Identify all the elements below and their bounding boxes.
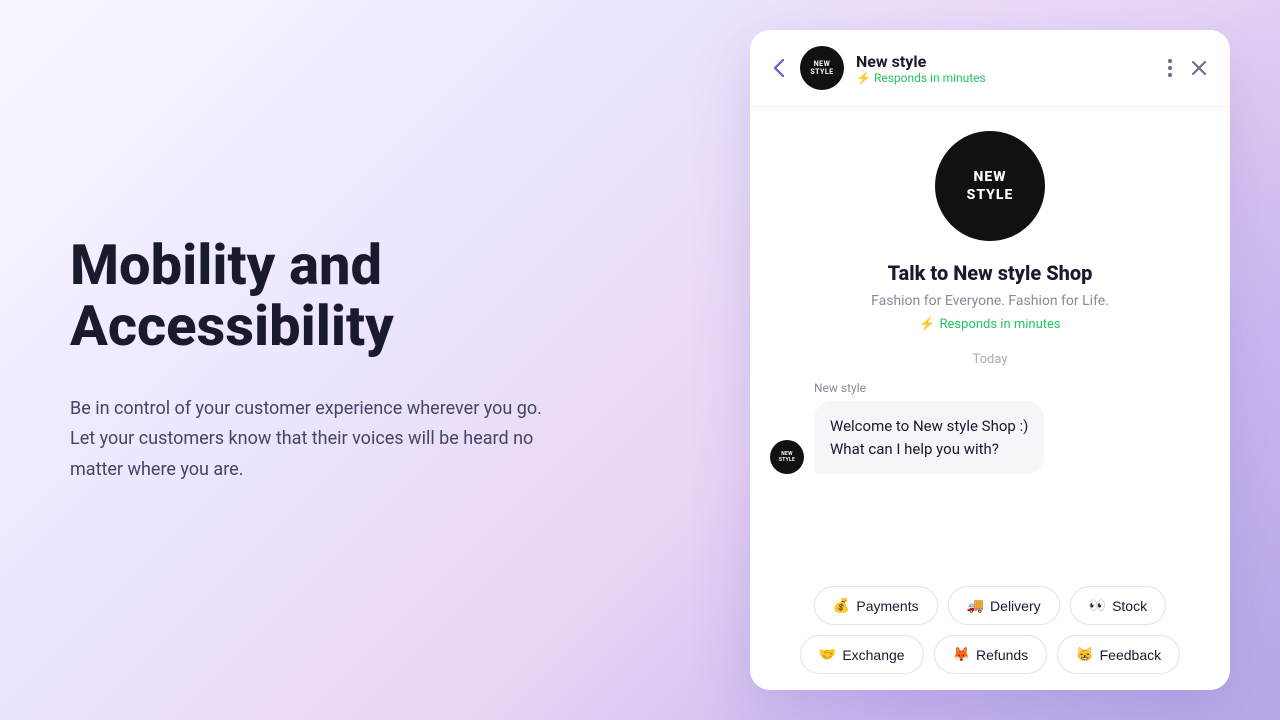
payments-label: Payments: [856, 598, 918, 614]
chat-body: NEWSTYLE Talk to New style Shop Fashion …: [750, 107, 1230, 574]
feedback-label: Feedback: [1100, 647, 1161, 663]
feedback-icon: 😸: [1076, 646, 1093, 663]
back-button[interactable]: [770, 55, 788, 81]
chat-header: NEWSTYLE New style ⚡ Responds in minutes: [750, 30, 1230, 107]
responds-label: ⚡ Responds in minutes: [919, 317, 1060, 332]
stock-icon: 👀: [1089, 597, 1106, 614]
shop-tagline: Fashion for Everyone. Fashion for Life.: [871, 293, 1109, 309]
message-row: NEWSTYLE Welcome to New style Shop :)Wha…: [770, 401, 1210, 474]
main-heading: Mobility and Accessibility: [70, 235, 630, 358]
refunds-button[interactable]: 🦊 Refunds: [934, 635, 1048, 674]
today-divider: Today: [972, 352, 1007, 367]
chat-window: NEWSTYLE New style ⚡ Responds in minutes: [750, 30, 1230, 690]
stock-label: Stock: [1112, 598, 1147, 614]
exchange-icon: 🤝: [819, 646, 836, 663]
left-panel: Mobility and Accessibility Be in control…: [0, 0, 700, 720]
header-avatar: NEWSTYLE: [800, 46, 844, 90]
shop-name: New style: [856, 52, 1152, 71]
feedback-button[interactable]: 😸 Feedback: [1057, 635, 1180, 674]
message-section: New style NEWSTYLE Welcome to New style …: [770, 381, 1210, 474]
quick-replies: 💰 Payments 🚚 Delivery 👀 Stock 🤝 Exchange: [750, 574, 1230, 690]
exchange-label: Exchange: [842, 647, 904, 663]
message-sender: New style: [770, 381, 1210, 395]
header-status: ⚡ Responds in minutes: [856, 71, 1152, 85]
shop-logo: NEWSTYLE: [935, 131, 1045, 241]
responds-text: Responds in minutes: [940, 317, 1061, 332]
payments-button[interactable]: 💰 Payments: [814, 586, 938, 625]
delivery-button[interactable]: 🚚 Delivery: [948, 586, 1060, 625]
quick-reply-row-2: 🤝 Exchange 🦊 Refunds 😸 Feedback: [766, 635, 1214, 674]
stock-button[interactable]: 👀 Stock: [1070, 586, 1166, 625]
delivery-icon: 🚚: [967, 597, 984, 614]
quick-reply-row-1: 💰 Payments 🚚 Delivery 👀 Stock: [766, 586, 1214, 625]
lightning-icon: ⚡: [856, 71, 871, 85]
payments-icon: 💰: [833, 597, 850, 614]
refunds-label: Refunds: [976, 647, 1028, 663]
menu-button[interactable]: [1164, 55, 1176, 81]
header-info: New style ⚡ Responds in minutes: [856, 52, 1152, 85]
message-bubble: Welcome to New style Shop :)What can I h…: [814, 401, 1044, 474]
message-avatar: NEWSTYLE: [770, 440, 804, 474]
description-text: Be in control of your customer experienc…: [70, 394, 550, 486]
exchange-button[interactable]: 🤝 Exchange: [800, 635, 924, 674]
lightning-icon-2: ⚡: [919, 317, 935, 332]
heading-line1: Mobility and: [70, 232, 382, 298]
close-button[interactable]: [1188, 57, 1210, 79]
refunds-icon: 🦊: [953, 646, 970, 663]
right-panel: NEWSTYLE New style ⚡ Responds in minutes: [700, 0, 1280, 720]
shop-title: Talk to New style Shop: [888, 261, 1093, 285]
heading-line2: Accessibility: [70, 293, 394, 359]
status-text: Responds in minutes: [874, 71, 986, 85]
header-actions: [1164, 55, 1210, 81]
delivery-label: Delivery: [990, 598, 1041, 614]
